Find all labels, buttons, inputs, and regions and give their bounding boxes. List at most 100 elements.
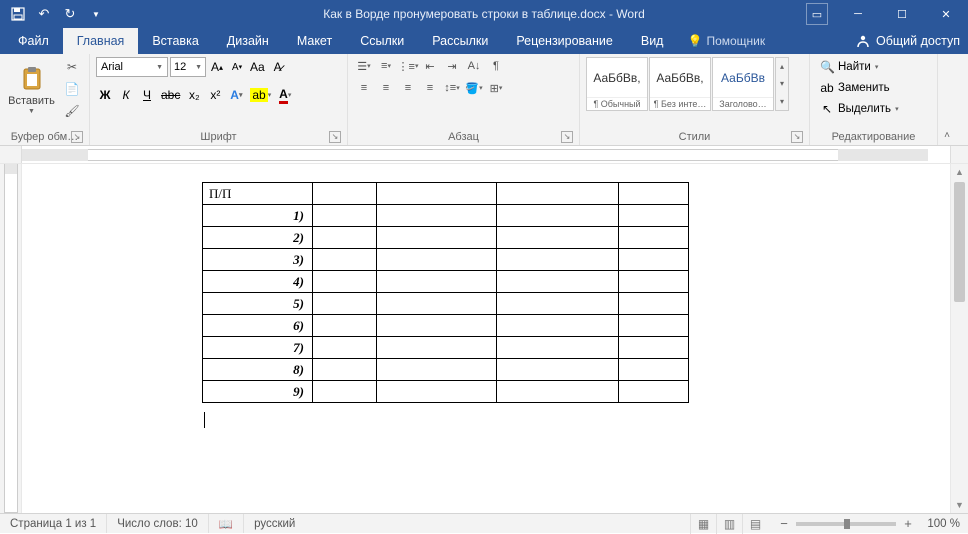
align-center-icon: ≡ — [383, 82, 389, 94]
align-left-button[interactable]: ≡ — [354, 79, 374, 97]
ribbon-display-options[interactable]: ▭ — [806, 3, 828, 25]
copy-icon: 📄 — [65, 82, 80, 96]
paste-button[interactable]: Вставить ▼ — [6, 57, 57, 123]
scroll-down-button[interactable]: ▼ — [951, 497, 968, 513]
tab-home[interactable]: Главная — [63, 28, 139, 54]
styles-scroll-down[interactable]: ▾ — [776, 75, 788, 92]
clear-formatting-button[interactable]: A̷ — [269, 57, 287, 77]
collapse-ribbon-button[interactable]: ˄ — [938, 54, 956, 145]
chevron-down-icon: ▾ — [875, 63, 879, 71]
tab-insert[interactable]: Вставка — [138, 28, 212, 54]
font-color-button[interactable]: A▾ — [276, 85, 294, 105]
minimize-button[interactable]: ─ — [836, 0, 880, 28]
increase-indent-button[interactable]: ⇥ — [442, 57, 462, 75]
find-button[interactable]: 🔍Найти▾ — [816, 57, 903, 77]
shrink-font-button[interactable]: A▾ — [228, 57, 246, 77]
page-viewport[interactable]: П/П1)2)3)4)5)6)7)8)9) — [22, 164, 950, 513]
scroll-thumb[interactable] — [954, 182, 965, 302]
vertical-scrollbar[interactable]: ▲ ▼ — [950, 164, 968, 513]
zoom-out-button[interactable]: − — [776, 516, 792, 531]
paragraph-launcher[interactable]: ↘ — [561, 131, 573, 143]
status-language[interactable]: русский — [244, 514, 305, 533]
tab-view[interactable]: Вид — [627, 28, 678, 54]
superscript-button[interactable]: x² — [206, 85, 224, 105]
underline-button[interactable]: Ч — [138, 85, 156, 105]
copy-button[interactable]: 📄 — [61, 79, 83, 99]
grow-font-button[interactable]: A▴ — [208, 57, 226, 77]
save-button[interactable] — [6, 3, 30, 25]
share-label: Общий доступ — [876, 34, 960, 48]
tab-review[interactable]: Рецензирование — [502, 28, 627, 54]
scroll-track[interactable] — [951, 180, 968, 497]
decrease-indent-button[interactable]: ⇤ — [420, 57, 440, 75]
change-case-button[interactable]: Aa — [248, 57, 267, 77]
view-web-button[interactable]: ▤ — [742, 514, 768, 534]
shading-button[interactable]: 🪣▾ — [464, 79, 484, 97]
justify-icon: ≡ — [427, 82, 433, 94]
subscript-button[interactable]: x₂ — [185, 85, 203, 105]
tab-layout[interactable]: Макет — [283, 28, 346, 54]
font-launcher[interactable]: ↘ — [329, 131, 341, 143]
qat-customize[interactable]: ▼ — [84, 3, 108, 25]
status-page[interactable]: Страница 1 из 1 — [0, 514, 107, 533]
maximize-button[interactable]: ☐ — [880, 0, 924, 28]
styles-expand[interactable]: ▾ — [776, 93, 788, 110]
bold-button[interactable]: Ж — [96, 85, 114, 105]
font-size-combo[interactable]: 12▼ — [170, 57, 206, 77]
scroll-up-button[interactable]: ▲ — [951, 164, 968, 180]
document-table[interactable]: П/П1)2)3)4)5)6)7)8)9) — [202, 182, 689, 403]
align-center-button[interactable]: ≡ — [376, 79, 396, 97]
text-effects-button[interactable]: A▾ — [227, 85, 245, 105]
group-label-clipboard: Буфер обм…↘ — [6, 129, 83, 145]
replace-button[interactable]: abЗаменить — [816, 78, 903, 98]
zoom-slider[interactable] — [796, 522, 896, 526]
replace-label: Заменить — [838, 82, 890, 94]
redo-button[interactable]: ↻ — [58, 3, 82, 25]
tab-mailings[interactable]: Рассылки — [418, 28, 502, 54]
strike-button[interactable]: abc — [159, 85, 182, 105]
highlight-button[interactable]: ab▾ — [248, 85, 273, 105]
styles-launcher[interactable]: ↘ — [791, 131, 803, 143]
bullets-button[interactable]: ☰▾ — [354, 57, 374, 75]
zoom-handle[interactable] — [844, 519, 850, 529]
multilevel-button[interactable]: ⋮≡▾ — [398, 57, 418, 75]
style-no-spacing[interactable]: АаБбВв, ¶ Без инте… — [649, 57, 711, 111]
sort-button[interactable]: A↓ — [464, 57, 484, 75]
line-spacing-icon: ↕≡ — [444, 82, 456, 94]
view-read-button[interactable]: ▦ — [690, 514, 716, 534]
tab-file[interactable]: Файл — [4, 28, 63, 54]
italic-button[interactable]: К — [117, 85, 135, 105]
borders-button[interactable]: ⊞▾ — [486, 79, 506, 97]
numbering-button[interactable]: ≡▾ — [376, 57, 396, 75]
paste-label: Вставить — [8, 95, 55, 107]
format-painter-button[interactable]: 🖌 — [61, 101, 83, 121]
hruler[interactable] — [22, 146, 950, 163]
font-name-combo[interactable]: Arial▼ — [96, 57, 168, 77]
select-button[interactable]: ↖Выделить▾ — [816, 99, 903, 119]
vscroll-corner — [950, 146, 968, 163]
ruler-vertical[interactable] — [0, 164, 22, 513]
status-word-count[interactable]: Число слов: 10 — [107, 514, 209, 533]
clipboard-launcher[interactable]: ↘ — [71, 131, 83, 143]
align-right-button[interactable]: ≡ — [398, 79, 418, 97]
zoom-in-button[interactable]: + — [900, 516, 916, 531]
zoom-value[interactable]: 100 % — [920, 518, 960, 530]
justify-button[interactable]: ≡ — [420, 79, 440, 97]
style-normal[interactable]: АаБбВв, ¶ Обычный — [586, 57, 648, 111]
tab-references[interactable]: Ссылки — [346, 28, 418, 54]
cut-button[interactable]: ✂ — [61, 57, 83, 77]
styles-scroll-up[interactable]: ▴ — [776, 58, 788, 75]
show-marks-button[interactable]: ¶ — [486, 57, 506, 75]
share-button[interactable]: Общий доступ — [856, 28, 960, 54]
close-button[interactable]: ✕ — [924, 0, 968, 28]
title-bar: ↶ ↻ ▼ Как в Ворде пронумеровать строки в… — [0, 0, 968, 28]
style-heading1[interactable]: АаБбВв Заголово… — [712, 57, 774, 111]
status-spellcheck[interactable]: 📖 — [209, 514, 244, 533]
tab-design[interactable]: Дизайн — [213, 28, 283, 54]
line-spacing-button[interactable]: ↕≡▾ — [442, 79, 462, 97]
tell-me[interactable]: 💡 Помощник — [677, 28, 775, 54]
view-print-button[interactable]: ▥ — [716, 514, 742, 534]
ribbon: Вставить ▼ ✂ 📄 🖌 Буфер обм…↘ Arial▼ 12▼ … — [0, 54, 968, 146]
undo-button[interactable]: ↶ — [32, 3, 56, 25]
group-label-styles: Стили↘ — [586, 129, 803, 145]
